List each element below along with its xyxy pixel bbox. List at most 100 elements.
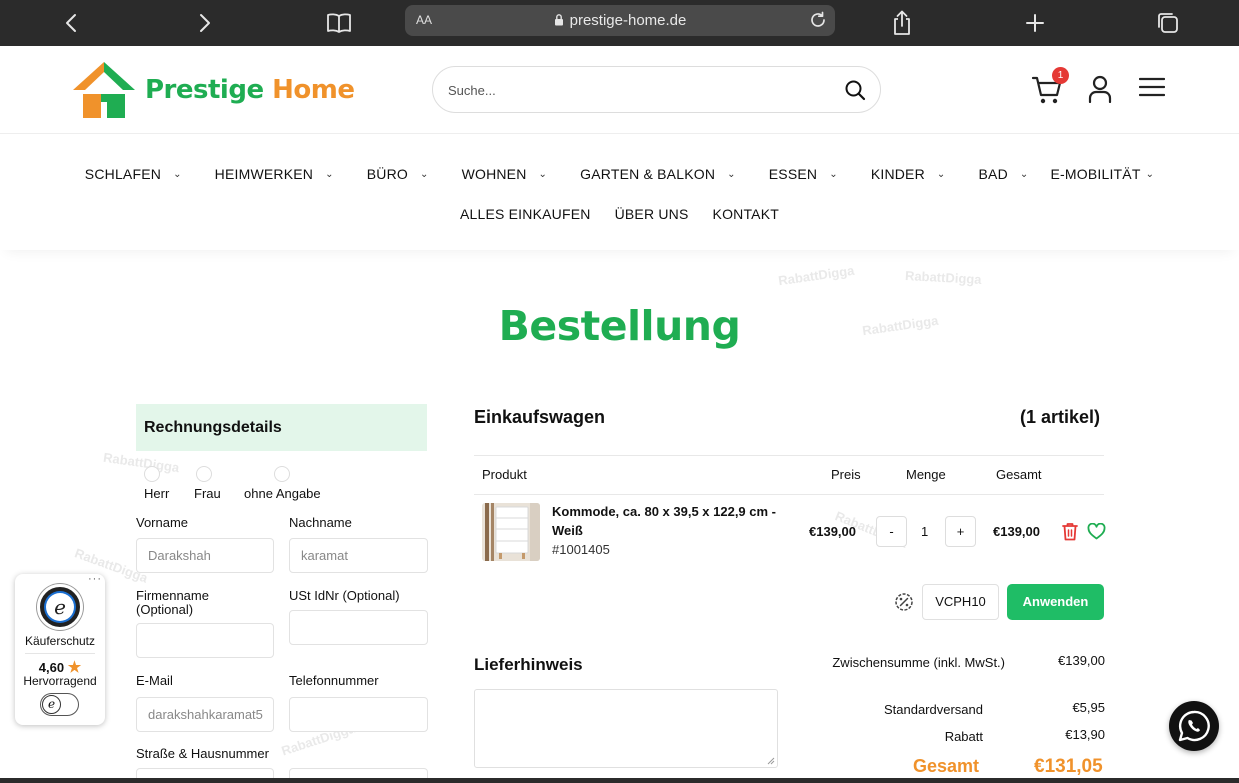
browser-toolbar: AA prestige-home.de	[0, 0, 1239, 46]
chevron-down-icon: ⌄	[325, 168, 334, 180]
company-label: Firmenname (Optional)	[136, 588, 209, 617]
trusted-shops-seal-icon: e	[37, 584, 83, 630]
trash-icon[interactable]	[1061, 522, 1079, 541]
nav-item-kinder[interactable]: KINDER ⌄	[871, 166, 946, 182]
phone-label: Telefonnummer	[289, 673, 379, 688]
column-header-price: Preis	[831, 467, 861, 482]
billing-heading: Rechnungsdetails	[136, 404, 427, 451]
search-input[interactable]	[448, 79, 828, 101]
last-name-field[interactable]: karamat	[289, 538, 428, 573]
browser-bottom-edge	[0, 778, 1239, 783]
subtotal-label: Zwischensumme (inkl. MwSt.)	[832, 655, 1005, 670]
cart-item-count: (1 artikel)	[1020, 407, 1101, 427]
cart-count-badge: 1	[1052, 67, 1069, 84]
share-icon[interactable]	[887, 8, 917, 38]
column-header-quantity: Menge	[906, 467, 946, 482]
radio-label-ohne-angabe: ohne Angabe	[244, 486, 321, 501]
divider	[474, 455, 1104, 456]
nav-item-kontakt[interactable]: KONTAKT	[713, 206, 779, 222]
nav-item-buero[interactable]: BÜRO ⌄	[367, 166, 429, 182]
product-name[interactable]: Kommode, ca. 80 x 39,5 x 122,9 cm - Weiß	[552, 502, 792, 540]
wishlist-heart-icon[interactable]	[1087, 523, 1106, 540]
account-icon[interactable]	[1087, 75, 1113, 103]
vat-label: USt IdNr (Optional)	[289, 588, 400, 603]
buyer-protection-label: Käuferschutz	[24, 634, 96, 648]
divider	[25, 653, 95, 654]
coupon-code-input[interactable]: VCPH10	[922, 584, 999, 620]
rating-text: Hervorragend	[23, 674, 97, 688]
email-field[interactable]: darakshahkaramat5	[136, 697, 274, 732]
watermark: RabattDigga	[904, 268, 982, 287]
logo-word-home: Home	[272, 75, 355, 105]
back-icon[interactable]	[56, 8, 86, 38]
quantity-decrease-button[interactable]: -	[876, 516, 907, 547]
nav-item-heimwerken[interactable]: HEIMWERKEN ⌄	[215, 166, 334, 182]
badge-menu-icon[interactable]: ···	[88, 573, 102, 585]
product-thumbnail[interactable]	[482, 503, 540, 561]
reload-icon[interactable]	[807, 9, 829, 31]
nav-item-essen[interactable]: ESSEN ⌄	[769, 166, 838, 182]
column-header-total: Gesamt	[996, 467, 1042, 482]
nav-item-e-mobilitaet[interactable]: E-MOBILITÄT ⌄	[1051, 166, 1155, 182]
product-price: €139,00	[809, 524, 856, 539]
search-box	[432, 66, 881, 113]
chevron-down-icon: ⌄	[936, 168, 946, 180]
lock-icon	[554, 14, 563, 26]
nav-item-wohnen[interactable]: WOHNEN ⌄	[462, 166, 548, 182]
radio-frau[interactable]	[196, 466, 212, 482]
cart-title: Einkaufswagen	[474, 407, 606, 427]
delivery-note-title: Lieferhinweis	[474, 655, 583, 674]
chevron-down-icon: ⌄	[419, 168, 429, 180]
forward-icon[interactable]	[190, 8, 220, 38]
delivery-note-textarea[interactable]	[474, 689, 778, 768]
first-name-field[interactable]: Darakshah	[136, 538, 274, 573]
url-text: prestige-home.de	[569, 12, 687, 29]
quantity-value: 1	[921, 524, 929, 539]
shipping-value: €5,95	[1072, 700, 1105, 715]
street-label: Straße & Hausnummer	[136, 746, 269, 761]
toggle-knob: e	[42, 695, 61, 714]
radio-label-herr: Herr	[144, 486, 170, 501]
phone-field[interactable]	[289, 697, 428, 732]
logo-word-prestige: Prestige	[145, 75, 264, 105]
divider	[474, 494, 1104, 495]
email-label: E-Mail	[136, 673, 173, 688]
address-bar[interactable]: AA prestige-home.de	[405, 5, 835, 36]
radio-label-frau: Frau	[194, 486, 221, 501]
bookmarks-icon[interactable]	[324, 8, 354, 38]
company-field[interactable]	[136, 623, 274, 658]
tabs-icon[interactable]	[1153, 8, 1183, 38]
product-total: €139,00	[993, 524, 1040, 539]
vat-field[interactable]	[289, 610, 428, 645]
shipping-label: Standardversand	[883, 702, 983, 717]
total-label: Gesamt	[913, 756, 980, 776]
first-name-label: Vorname	[136, 515, 189, 530]
discount-value: €13,90	[1065, 727, 1105, 742]
nav-item-schlafen[interactable]: SCHLAFEN ⌄	[85, 166, 182, 182]
menu-icon[interactable]	[1139, 77, 1165, 97]
chevron-down-icon: ⌄	[1145, 168, 1155, 180]
nav-item-garten-balkon[interactable]: GARTEN & BALKON ⌄	[580, 166, 736, 182]
logo[interactable]: Prestige Home	[73, 62, 355, 118]
discount-label: Rabatt	[944, 729, 983, 744]
total-value: €131,05	[1034, 756, 1103, 777]
chevron-down-icon: ⌄	[538, 168, 548, 180]
chevron-down-icon: ⌄	[1019, 168, 1029, 180]
nav-item-bad[interactable]: BAD ⌄	[979, 166, 1029, 182]
site-header: Prestige Home	[0, 46, 1239, 134]
quantity-increase-button[interactable]: +	[945, 516, 976, 547]
badge-toggle[interactable]: e	[40, 693, 79, 716]
apply-coupon-button[interactable]: Anwenden	[1007, 584, 1104, 620]
nav-item-ueber-uns[interactable]: ÜBER UNS	[615, 206, 689, 222]
search-icon[interactable]	[844, 79, 866, 101]
nav-item-alles-einkaufen[interactable]: ALLES EINKAUFEN	[460, 206, 591, 222]
whatsapp-icon	[1178, 710, 1210, 742]
subtotal-value: €139,00	[1058, 653, 1105, 668]
radio-ohne-angabe[interactable]	[274, 466, 290, 482]
new-tab-icon[interactable]	[1020, 8, 1050, 38]
chevron-down-icon: ⌄	[829, 168, 838, 180]
resize-handle-icon[interactable]	[767, 757, 775, 765]
whatsapp-chat-button[interactable]	[1169, 701, 1219, 751]
radio-herr[interactable]	[144, 466, 160, 482]
trusted-shops-badge[interactable]: ··· e Käuferschutz 4,60 ★ Hervorragend e	[15, 573, 105, 725]
